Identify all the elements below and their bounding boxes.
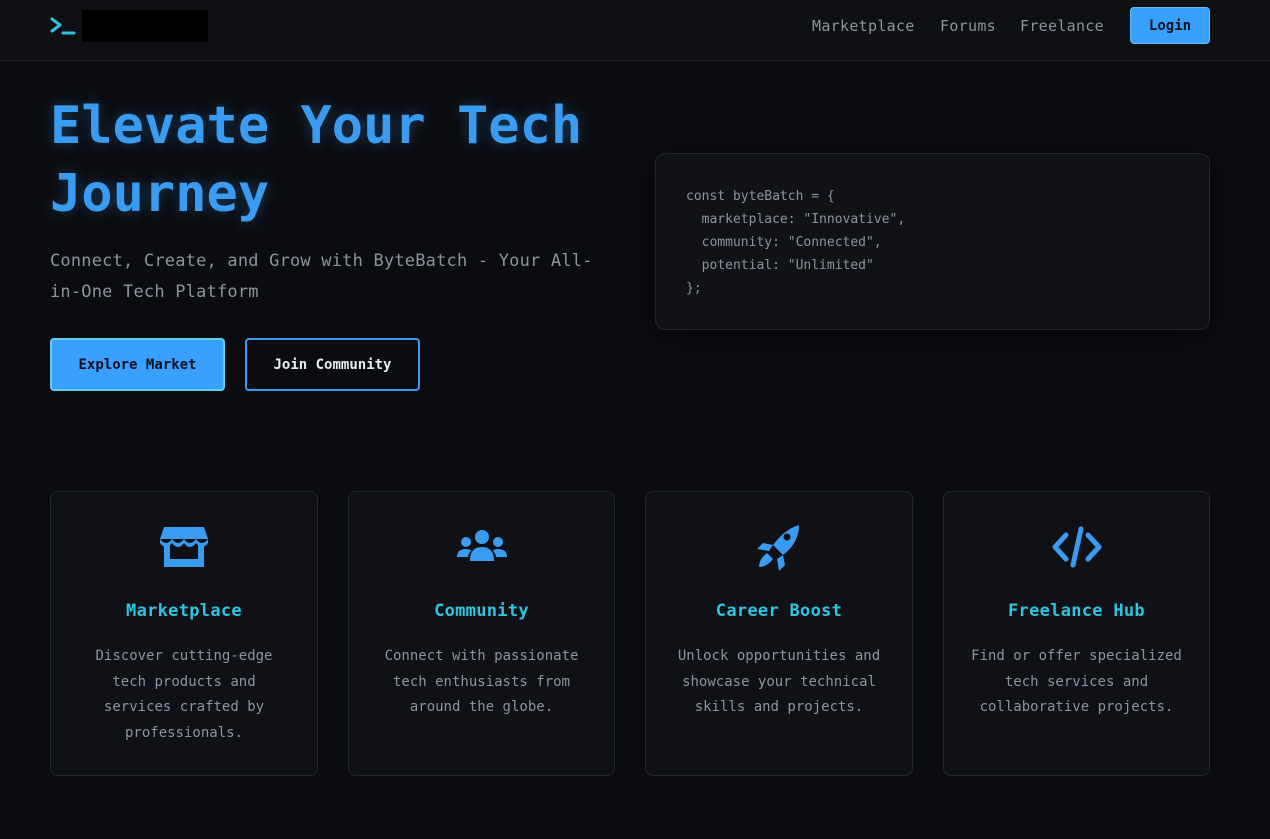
feature-card-community[interactable]: Community Connect with passionate tech e…: [348, 491, 615, 776]
feature-title: Community: [434, 601, 529, 621]
feature-title: Career Boost: [715, 601, 843, 621]
feature-card-marketplace[interactable]: Marketplace Discover cutting-edge tech p…: [50, 491, 318, 776]
nav-link-freelance[interactable]: Freelance: [1020, 17, 1104, 35]
code-line: community: "Connected",: [686, 235, 882, 250]
code-snippet-card: const byteBatch = { marketplace: "Innova…: [655, 153, 1210, 330]
top-nav: Marketplace Forums Freelance Login: [0, 0, 1270, 61]
users-icon: [456, 530, 507, 561]
store-icon: [160, 527, 208, 567]
code-icon: [1052, 526, 1101, 568]
nav-link-forums[interactable]: Forums: [940, 17, 996, 35]
login-button[interactable]: Login: [1130, 7, 1210, 44]
feature-card-career-boost[interactable]: Career Boost Unlock opportunities and sh…: [645, 491, 913, 776]
feature-description: Connect with passionate tech enthusiasts…: [384, 648, 579, 715]
hero-subtitle: Connect, Create, and Grow with ByteBatch…: [50, 251, 593, 302]
code-line: marketplace: "Innovative",: [686, 212, 906, 227]
code-line: potential: "Unlimited": [686, 258, 874, 273]
explore-market-button[interactable]: Explore Market: [50, 338, 225, 391]
join-community-button[interactable]: Join Community: [245, 338, 420, 391]
rocket-icon: [757, 525, 799, 571]
feature-description: Discover cutting-edge tech products and …: [95, 648, 273, 741]
hero-title: Elevate Your Tech Journey: [50, 96, 583, 224]
nav-link-marketplace[interactable]: Marketplace: [812, 17, 915, 35]
terminal-prompt-icon[interactable]: [49, 14, 77, 38]
feature-title: Marketplace: [126, 601, 242, 621]
feature-card-freelance-hub[interactable]: Freelance Hub Find or offer specialized …: [943, 491, 1210, 776]
redacted-brand-name[interactable]: [82, 10, 208, 42]
feature-description: Unlock opportunities and showcase your t…: [677, 648, 881, 715]
code-line: const byteBatch = {: [686, 189, 835, 204]
feature-description: Find or offer specialized tech services …: [971, 648, 1182, 715]
feature-title: Freelance Hub: [1008, 601, 1145, 621]
code-line: };: [686, 281, 702, 296]
